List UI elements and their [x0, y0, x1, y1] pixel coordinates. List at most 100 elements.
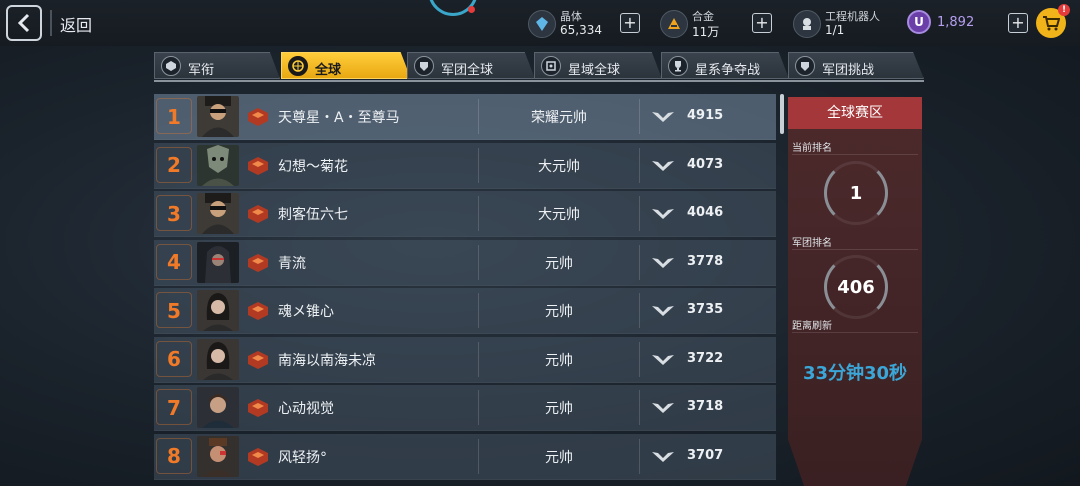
tab-military-rank[interactable]: 军衔: [154, 52, 280, 79]
notification-dot: [468, 6, 475, 13]
column-divider: [639, 293, 640, 328]
alloy-resource: 合金 11万: [660, 8, 750, 40]
column-divider: [639, 390, 640, 425]
premium-value: 1,892: [937, 15, 975, 30]
add-alloy-button[interactable]: +: [752, 13, 772, 33]
tab-label: 星域全球: [568, 63, 621, 78]
rank-number: 5: [167, 298, 181, 323]
player-score: 4915: [687, 108, 724, 123]
cart-icon: [1043, 16, 1060, 31]
ranking-summary-panel: 全球赛区 当前排名 1 军团排名 406 距离刷新 33分钟30秒: [788, 97, 922, 486]
add-crystal-button[interactable]: +: [620, 13, 640, 33]
player-name: 刺客伍六七: [278, 207, 348, 223]
ranking-row[interactable]: 3 刺客伍六七 大元帅 4046: [154, 191, 776, 237]
column-divider: [639, 341, 640, 377]
column-divider: [639, 99, 640, 134]
player-name: 青流: [278, 255, 306, 272]
robot-icon: [793, 10, 821, 38]
legion-rank-label: 军团排名: [792, 238, 832, 249]
avatar[interactable]: [197, 193, 239, 234]
ranking-tabs: 军衔 全球 军团全球 星域全球 星系争夺战 军团挑战: [154, 52, 924, 82]
rank-emblem-icon: [248, 447, 268, 466]
u-coin-icon: U: [907, 10, 931, 34]
back-label[interactable]: 返回: [60, 12, 92, 36]
player-title: 荣耀元帅: [531, 110, 587, 126]
rank-number: 1: [167, 104, 181, 129]
top-bar: 返回 晶体 65,334 + 合金 11万 + 工程机器人 1/1 U 1,89…: [0, 0, 1080, 46]
list-scrollbar[interactable]: [780, 94, 784, 134]
tab-label: 军衔: [188, 63, 215, 78]
trophy-icon: [668, 56, 688, 76]
tab-label: 军团挑战: [822, 63, 875, 78]
player-name: 心动视觉: [278, 401, 334, 417]
rank-number: 3: [167, 201, 181, 226]
wing-insignia-icon: [652, 257, 674, 268]
avatar[interactable]: [197, 241, 239, 283]
refresh-label: 距离刷新: [792, 321, 832, 332]
alloy-icon: [660, 10, 688, 38]
crystal-value: 65,334: [560, 23, 602, 37]
rank-number: 4: [167, 250, 181, 274]
wing-insignia-icon: [652, 306, 674, 316]
current-rank-label: 当前排名: [792, 143, 832, 154]
rank-insignia-icon: [161, 56, 181, 76]
tab-legion-global[interactable]: 军团全球: [407, 52, 535, 79]
add-premium-button[interactable]: +: [1008, 13, 1028, 33]
avatar[interactable]: [197, 144, 239, 186]
tab-label: 军团全球: [441, 63, 494, 78]
ranking-row[interactable]: 8 风轻扬° 元帅 3707: [154, 433, 776, 480]
rank-emblem-icon: [248, 253, 268, 272]
alloy-label: 合金: [692, 10, 714, 23]
column-divider: [639, 438, 640, 474]
top-divider: [50, 10, 52, 36]
ranking-row[interactable]: 6 南海以南海未凉 元帅 3722: [154, 336, 776, 383]
player-score: 4046: [687, 205, 724, 220]
player-title: 大元帅: [538, 207, 580, 223]
robot-value: 1/1: [825, 23, 845, 37]
player-score: 4073: [687, 156, 724, 172]
avatar[interactable]: [197, 290, 239, 331]
panel-divider: [792, 154, 918, 155]
player-name: 天尊星・A・至尊马: [278, 110, 400, 126]
ranking-row[interactable]: 7 心动视觉 元帅 3718: [154, 385, 776, 431]
rank-emblem-icon: [248, 205, 268, 223]
player-score: 3707: [687, 447, 724, 463]
rank-emblem-icon: [248, 156, 268, 175]
globe-icon: [288, 56, 308, 76]
avatar[interactable]: [197, 387, 239, 428]
tab-label: 星系争夺战: [695, 63, 761, 78]
rank-number: 8: [167, 444, 181, 468]
rank-emblem-icon: [248, 350, 268, 369]
wing-insignia-icon: [652, 354, 674, 365]
alloy-value: 11万: [692, 25, 720, 39]
avatar[interactable]: [197, 338, 239, 380]
tab-underline: [154, 80, 924, 82]
wing-insignia-icon: [652, 403, 674, 413]
player-title: 元帅: [545, 352, 573, 369]
ranking-row[interactable]: 1 天尊星・A・至尊马 荣耀元帅 4915: [154, 94, 776, 140]
player-title: 大元帅: [538, 158, 580, 175]
tab-global[interactable]: 全球: [281, 52, 411, 79]
player-name: 南海以南海未凉: [278, 352, 376, 369]
player-name: 风轻扬°: [278, 449, 327, 466]
tab-galaxy-battle[interactable]: 星系争夺战: [661, 52, 789, 79]
tab-star-domain-global[interactable]: 星域全球: [534, 52, 662, 79]
player-score: 3735: [687, 302, 724, 317]
ranking-row[interactable]: 2 幻想～菊花 大元帅 4073: [154, 142, 776, 189]
crystal-label: 晶体: [560, 10, 582, 23]
ranking-row[interactable]: 5 魂メ锥心 元帅 3735: [154, 288, 776, 334]
back-button[interactable]: [6, 5, 42, 41]
avatar[interactable]: [197, 435, 239, 477]
wing-insignia-icon: [652, 451, 674, 462]
player-title: 元帅: [545, 255, 573, 272]
player-title: 元帅: [545, 304, 573, 320]
panel-header: 全球赛区: [788, 97, 922, 129]
star-domain-icon: [541, 56, 561, 76]
robot-resource: 工程机器人 1/1: [793, 8, 893, 40]
tab-legion-challenge[interactable]: 军团挑战: [788, 52, 924, 79]
column-divider: [639, 147, 640, 183]
avatar[interactable]: [197, 96, 239, 137]
rankings-list[interactable]: 1 天尊星・A・至尊马 荣耀元帅 4915 2 幻想～菊花 大元帅 4073 3…: [154, 94, 776, 486]
cart-alert-badge: !: [1058, 4, 1070, 16]
ranking-row[interactable]: 4 青流 元帅 3778: [154, 239, 776, 286]
